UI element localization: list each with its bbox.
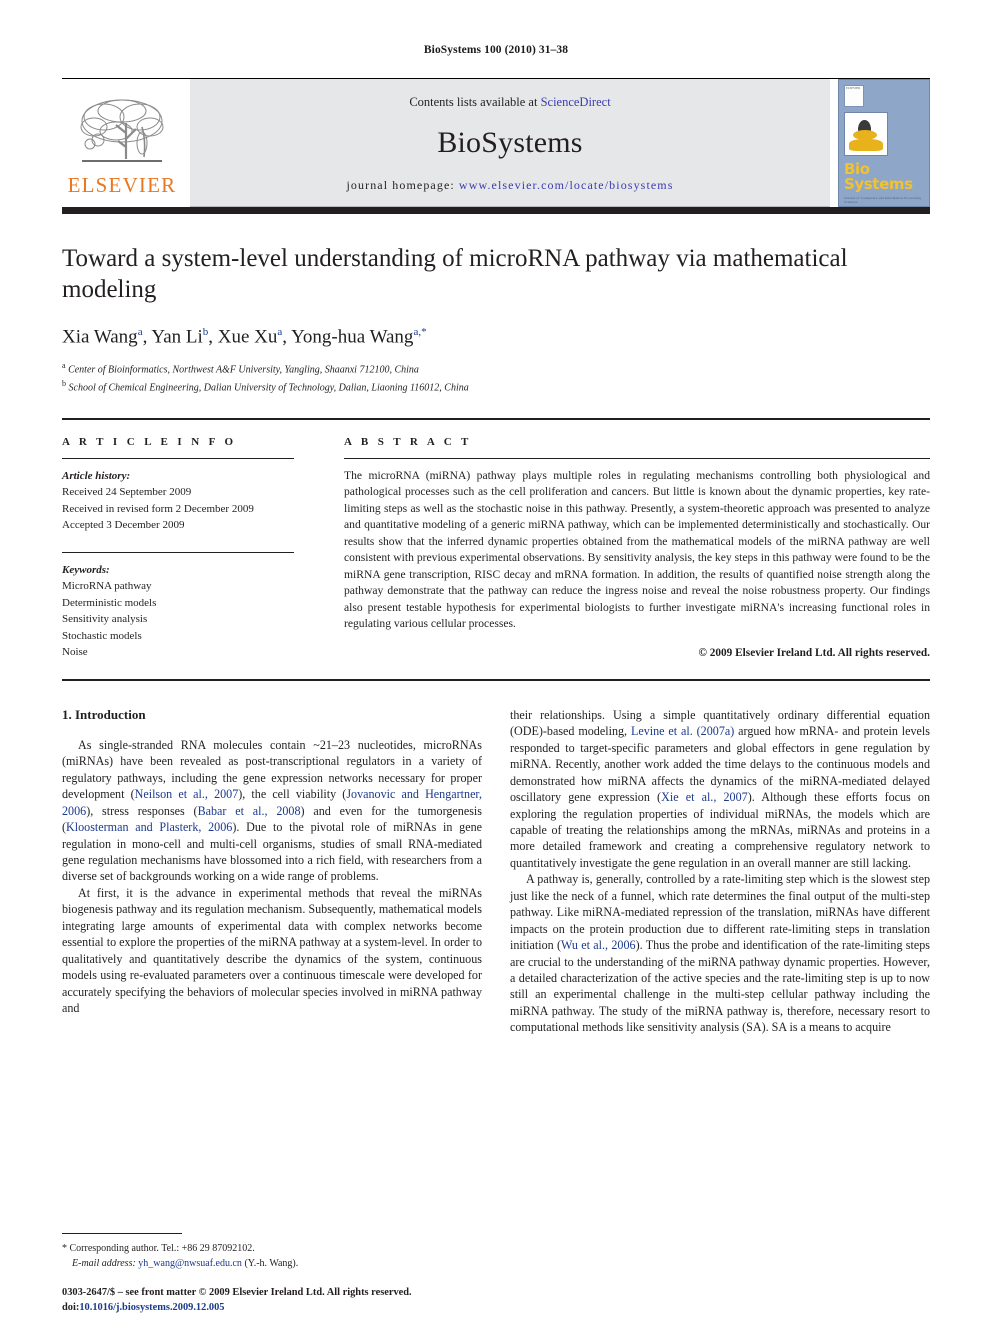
history-item: Received in revised form 2 December 2009 [62,502,254,515]
doi-line: doi:10.1016/j.biosystems.2009.12.005 [62,1300,582,1315]
doi-prefix: doi: [62,1301,80,1313]
history-item: Accepted 3 December 2009 [62,519,185,532]
journal-masthead: ELSEVIER Contents lists available at Sci… [62,78,930,207]
imprint-block: 0303-2647/$ – see front matter © 2009 El… [62,1285,582,1315]
citation-link[interactable]: Levine et al. (2007a) [631,724,734,738]
section-heading-introduction: 1. Introduction [62,706,146,722]
affiliation-b: b School of Chemical Engineering, Dalian… [62,378,930,396]
cover-artwork [844,112,888,156]
journal-banner: Contents lists available at ScienceDirec… [190,79,830,207]
citation-link[interactable]: Xie et al., 2007 [661,790,748,804]
paragraph-text: ), the cell viability ( [238,787,347,802]
journal-title: BioSystems [437,125,583,159]
info-abstract-section: A R T I C L E I N F O Article history: R… [62,420,930,661]
email-link[interactable]: yh_wang@nwsuaf.edu.cn [138,1258,242,1269]
citation-link[interactable]: Wu et al., 2006 [561,938,636,952]
paragraph-intro-1: As single-stranded RNA molecules contain… [62,737,482,885]
body-column-right: their relationships. Using a simple quan… [510,707,930,1036]
keywords-block: Keywords: MicroRNA pathway Deterministic… [62,562,294,661]
affiliation-a-marker: a [62,361,66,371]
paper-page: BioSystems 100 (2010) 31–38 ELSEVIER Con… [0,0,992,1323]
running-head: BioSystems 100 (2010) 31–38 [423,44,569,56]
affiliation-b-marker: b [62,379,66,389]
article-info-rule [62,457,294,459]
journal-homepage-line: journal homepage: www.elsevier.com/locat… [346,178,673,193]
elsevier-logo: ELSEVIER [62,79,182,207]
body-columns: 1. Introduction As single-stranded RNA m… [62,681,930,1036]
corresponding-author-note: * Corresponding author. Tel.: +86 29 870… [62,1241,482,1256]
keyword-item: MicroRNA pathway [62,580,152,593]
article-history-block: Article history: Received 24 September 2… [62,468,294,534]
article-info-column: A R T I C L E I N F O Article history: R… [62,436,294,661]
abstract-text: The microRNA (miRNA) pathway plays multi… [344,468,930,631]
email-label: E-mail address: [72,1258,136,1269]
contents-prefix: Contents lists available at [409,94,541,109]
paragraph-intro-4: A pathway is, generally, controlled by a… [510,871,930,1035]
doi-link[interactable]: 10.1016/j.biosystems.2009.12.005 [79,1302,224,1313]
footnote-rule [62,1233,182,1234]
title-block: Toward a system-level understanding of m… [62,214,930,396]
citation-link[interactable]: Neilson et al., 2007 [135,787,239,801]
affiliation-a-text: Center of Bioinformatics, Northwest A&F … [68,364,419,376]
page-title: Toward a system-level understanding of m… [62,245,848,303]
cover-subtitle: Journal of Computers and Information Pro… [844,196,922,205]
affiliation-list: a Center of Bioinformatics, Northwest A&… [62,360,930,396]
sciencedirect-link[interactable]: ScienceDirect [541,95,611,109]
keyword-item: Stochastic models [62,629,142,642]
affiliation-b-text: School of Chemical Engineering, Dalian U… [68,382,469,394]
keyword-item: Noise [62,646,88,659]
paragraph-text: ). Thus the probe and identification of … [510,938,930,1035]
journal-cover-thumbnail: ELSEVIER Bio Systems Journal of Computer… [838,79,930,207]
contents-available-line: Contents lists available at ScienceDirec… [409,95,610,110]
elsevier-tree-icon [80,99,164,162]
author-list: Xia Wanga, Yan Lib, Xue Xua, Yong-hua Wa… [62,326,427,348]
corresponding-text: Corresponding author. Tel.: +86 29 87092… [69,1243,255,1254]
abstract-heading: A B S T R A C T [344,435,472,448]
abstract-rule [344,457,930,459]
keyword-item: Deterministic models [62,596,157,609]
paragraph-text: ), stress responses ( [86,803,198,818]
paragraph-intro-3: their relationships. Using a simple quan… [510,707,930,871]
keywords-label: Keywords: [62,563,110,576]
abstract-copyright: © 2009 Elsevier Ireland Ltd. All rights … [698,646,930,659]
masthead-bottom-rule [62,207,930,214]
affiliation-a: a Center of Bioinformatics, Northwest A&… [62,360,930,378]
homepage-label: journal homepage: [346,177,455,192]
issn-line: 0303-2647/$ – see front matter © 2009 El… [62,1286,412,1298]
citation-link[interactable]: Babar et al., 2008 [198,804,301,818]
cover-title: Bio Systems [844,160,913,193]
keywords-rule [62,551,294,553]
email-note: E-mail address: yh_wang@nwsuaf.edu.cn (Y… [62,1256,482,1271]
abstract-column: A B S T R A C T The microRNA (miRNA) pat… [344,436,930,661]
cover-elsevier-mark: ELSEVIER [844,85,864,107]
keyword-item: Sensitivity analysis [62,613,148,626]
paragraph-intro-2: At first, it is the advance in experimen… [62,885,482,1015]
corresponding-marker: * [62,1243,67,1254]
email-suffix: (Y.-h. Wang). [244,1258,299,1269]
footnote-block: * Corresponding author. Tel.: +86 29 870… [62,1233,482,1271]
article-info-heading: A R T I C L E I N F O [62,435,237,448]
history-item: Received 24 September 2009 [62,486,192,499]
elsevier-wordmark: ELSEVIER [67,172,177,197]
homepage-url-link[interactable]: www.elsevier.com/locate/biosystems [459,178,674,192]
body-column-left: 1. Introduction As single-stranded RNA m… [62,707,482,1036]
article-history-label: Article history: [62,469,131,482]
citation-link[interactable]: Kloosterman and Plasterk, 2006 [66,820,232,834]
